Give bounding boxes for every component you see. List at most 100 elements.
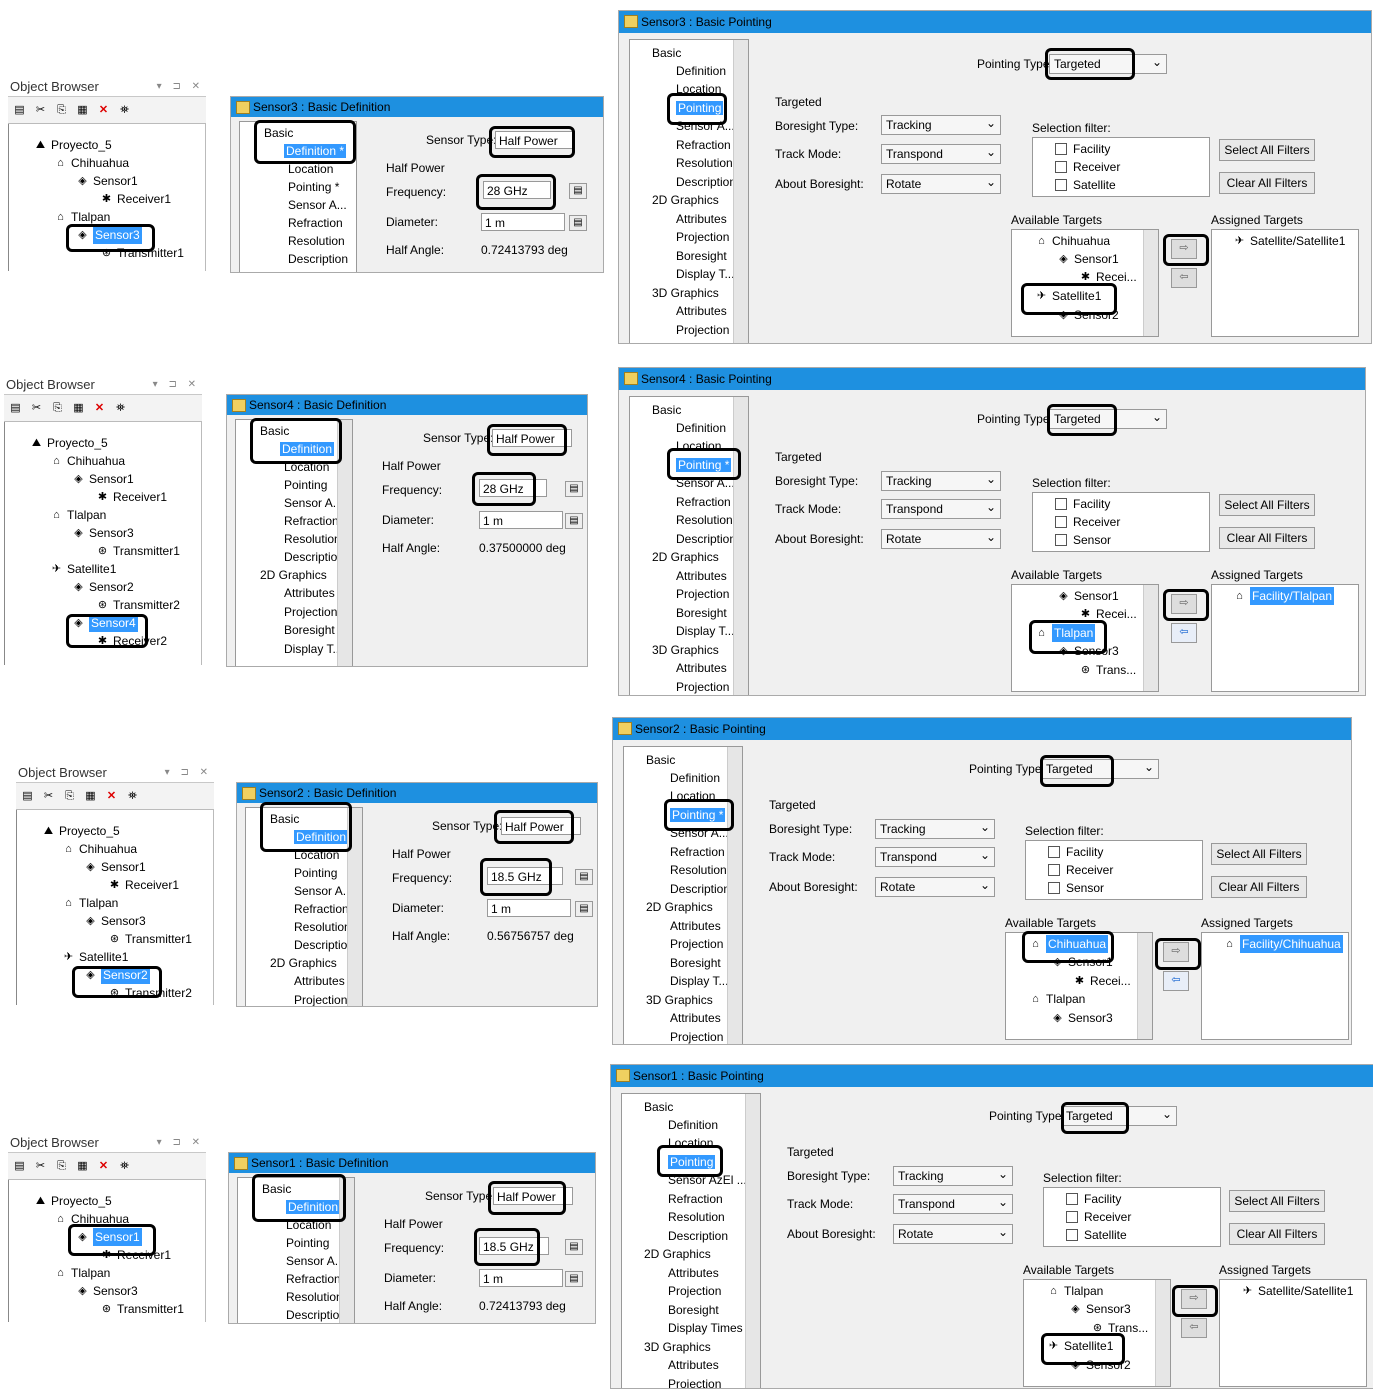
new-icon[interactable]: ▤ [20, 789, 35, 803]
select-all-filters-button[interactable]: Select All Filters [1219, 139, 1315, 161]
filter-facility[interactable]: Facility [1055, 140, 1110, 158]
find-icon[interactable]: ⛯ [117, 1159, 132, 1173]
nav-scrollbar[interactable] [347, 808, 362, 1006]
pointing-type-select[interactable]: Targeted [1061, 1105, 1177, 1126]
nav-resolution[interactable]: Resolution [284, 530, 341, 548]
diameter-field[interactable]: 1 m [481, 213, 565, 231]
nav-refraction[interactable]: Refraction [294, 900, 349, 918]
targets-scrollbar[interactable] [1143, 585, 1158, 691]
nav-3d-graphics[interactable]: 3D Graphics [652, 284, 719, 302]
nav-3d-graphics[interactable]: 3D Graphics [646, 991, 713, 1009]
nav-description[interactable]: Description [676, 173, 736, 191]
tree-item-sensor3[interactable]: ◈ Sensor3 [75, 226, 142, 244]
tree-item-sensor1[interactable]: ◈ Sensor1 [75, 172, 137, 190]
nav-sensor-az[interactable]: Sensor A... [676, 117, 735, 135]
nav-projection[interactable]: Projection [284, 603, 337, 621]
nav-description[interactable]: Description [288, 250, 348, 268]
nav-resolution[interactable]: Resolution [676, 511, 733, 529]
nav-display-times[interactable]: Display T... [676, 265, 734, 283]
target-sensor1[interactable]: ◈ Sensor1 [1050, 953, 1112, 971]
nav-location[interactable]: Location [286, 1216, 331, 1234]
nav-basic[interactable]: Basic [646, 751, 675, 769]
find-icon[interactable]: ⛯ [113, 401, 128, 415]
nav-definition[interactable]: Definition [676, 419, 726, 437]
copy-icon[interactable]: ⎘ [62, 789, 77, 803]
nav-projection[interactable]: Projection [676, 321, 729, 339]
window-controls[interactable]: ▾ ⊐ ✕ [157, 78, 204, 96]
new-icon[interactable]: ▤ [8, 401, 23, 415]
delete-icon[interactable]: ✕ [92, 401, 107, 415]
nav-projection[interactable]: Projection [670, 1028, 723, 1044]
target-receiver[interactable]: ✱ Recei... [1078, 268, 1137, 286]
frequency-field[interactable]: 28 GHz [483, 181, 551, 199]
target-tlalpan[interactable]: ⌂ Tlalpan [1034, 624, 1096, 642]
nav-refraction[interactable]: Refraction [284, 512, 339, 530]
nav-2d-graphics[interactable]: 2D Graphics [260, 566, 327, 584]
nav-basic[interactable]: Basic [262, 1180, 291, 1198]
delete-icon[interactable]: ✕ [96, 1159, 111, 1173]
boresight-type-select[interactable]: Tracking [893, 1165, 1013, 1186]
nav-refraction[interactable]: Refraction [676, 136, 731, 154]
nav-display-times[interactable]: Display T... [284, 640, 342, 658]
selection-filter-list[interactable]: Facility Receiver Sensor [1032, 492, 1210, 552]
nav-3d-graphics[interactable]: 3D Graphics [644, 1338, 711, 1356]
filter-facility[interactable]: Facility [1066, 1190, 1121, 1208]
target-sensor3[interactable]: ◈ Sensor3 [1068, 1300, 1130, 1318]
target-sensor2[interactable]: ◈ Sensor2 [1056, 306, 1118, 324]
sensor-type-field[interactable]: Half Power [495, 131, 575, 149]
paste-icon[interactable]: ▦ [71, 401, 86, 415]
selection-filter-list[interactable]: Facility Receiver Satellite [1043, 1187, 1221, 1247]
tree-item-tlalpan[interactable]: ⌂ Tlalpan [61, 894, 118, 912]
nav-location[interactable]: Location [676, 80, 721, 98]
tree-item-receiver1[interactable]: ✱ Receiver1 [107, 876, 179, 894]
about-boresight-select[interactable]: Rotate [881, 173, 1001, 194]
calculator-icon[interactable]: ▤ [565, 1271, 583, 1287]
nav-attributes[interactable]: Attributes [670, 1009, 721, 1027]
tree-item-transmitter2[interactable]: ⊛ Transmitter2 [107, 984, 192, 1002]
boresight-type-select[interactable]: Tracking [881, 470, 1001, 491]
delete-icon[interactable]: ✕ [96, 103, 111, 117]
tree-item-project[interactable]: ⛰ Proyecto_5 [29, 434, 108, 452]
target-tlalpan[interactable]: ⌂ Tlalpan [1046, 1282, 1103, 1300]
tree-item-transmitter1[interactable]: ⊛ Transmitter1 [99, 1300, 184, 1318]
diameter-field[interactable]: 1 m [479, 511, 563, 529]
filter-satellite[interactable]: Satellite [1055, 176, 1116, 194]
nav-display-times[interactable]: Display T... [670, 972, 728, 990]
calculator-icon[interactable]: ▤ [575, 901, 593, 917]
calculator-icon[interactable]: ▤ [569, 183, 587, 199]
target-chihuahua[interactable]: ⌂ Chihuahua [1034, 232, 1110, 250]
target-sensor1[interactable]: ◈ Sensor1 [1056, 250, 1118, 268]
nav-definition[interactable]: Definition [668, 1116, 718, 1134]
track-mode-select[interactable]: Transpond [893, 1193, 1013, 1214]
nav-description[interactable]: Description [668, 1227, 728, 1245]
frequency-field[interactable]: 28 GHz [479, 479, 547, 497]
track-mode-select[interactable]: Transpond [875, 846, 995, 867]
nav-boresight[interactable]: Boresight [284, 621, 335, 639]
nav-scrollbar[interactable] [337, 420, 352, 666]
tree-item-project[interactable]: ⛰ Proyecto_5 [33, 1192, 112, 1210]
assigned-target[interactable]: ⌂ Facility/Chihuahua [1222, 935, 1343, 953]
tree-item-sensor2[interactable]: ◈ Sensor2 [71, 578, 133, 596]
calculator-icon[interactable]: ▤ [565, 513, 583, 529]
assigned-targets-list[interactable]: ⌂ Facility/Chihuahua [1201, 932, 1349, 1040]
nav-projection[interactable]: Projection [676, 678, 729, 695]
cut-icon[interactable]: ✂ [41, 789, 56, 803]
find-icon[interactable]: ⛯ [117, 103, 132, 117]
assigned-targets-list[interactable]: ✈ Satellite/Satellite1 [1211, 229, 1359, 337]
nav-definition[interactable]: Definition [294, 828, 349, 846]
boresight-type-select[interactable]: Tracking [875, 818, 995, 839]
target-transmitter[interactable]: ⊛ Trans... [1078, 661, 1136, 679]
target-sensor3[interactable]: ◈ Sensor3 [1056, 642, 1118, 660]
nav-pointing[interactable]: Pointing [668, 1153, 716, 1171]
nav-boresight[interactable]: Boresight [670, 954, 721, 972]
unassign-arrow-icon[interactable]: ⇦ [1163, 971, 1189, 991]
nav-location[interactable]: Location [284, 458, 329, 476]
assigned-target[interactable]: ✈ Satellite/Satellite1 [1240, 1282, 1354, 1300]
nav-pointing[interactable]: Pointing [284, 476, 327, 494]
nav-sensor-az[interactable]: Sensor A... [676, 474, 735, 492]
cut-icon[interactable]: ✂ [33, 1159, 48, 1173]
tree-item-sensor4[interactable]: ◈ Sensor4 [71, 614, 138, 632]
nav-attributes[interactable]: Attributes [668, 1264, 719, 1282]
filter-satellite[interactable]: Satellite [1066, 1226, 1127, 1244]
tree-item-tlalpan[interactable]: ⌂ Tlalpan [53, 208, 110, 226]
